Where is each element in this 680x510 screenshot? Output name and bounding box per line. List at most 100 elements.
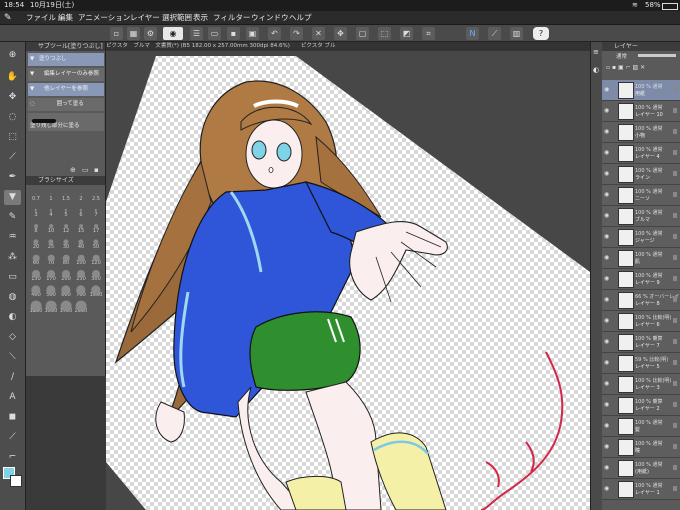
layer-menu-icon[interactable]: [673, 381, 677, 386]
brush-size-cell[interactable]: 20: [29, 236, 43, 250]
layer-row[interactable]: ◉ 100 % 通常 レイヤー 1: [602, 479, 680, 500]
brush-size-cell[interactable]: 120: [89, 252, 103, 266]
brush-size-cell[interactable]: 0.7: [29, 188, 43, 202]
blend-mode-select[interactable]: 通常: [616, 52, 627, 60]
brush-size-cell[interactable]: 2: [74, 188, 88, 202]
brush-size-cell[interactable]: 170: [44, 268, 58, 282]
menu-layer[interactable]: レイヤー: [130, 11, 160, 25]
subtool-add-icon[interactable]: ⊕: [70, 166, 76, 174]
pencil-icon[interactable]: ✎: [4, 210, 21, 225]
brush-size-cell[interactable]: 2000: [74, 300, 88, 314]
canvas-tab[interactable]: ピクスタ ブルマ 文書質(*) (B5 182.00 x 257.00mm 30…: [106, 42, 590, 51]
brush-size-cell[interactable]: 500: [44, 284, 58, 298]
quick-access-icon[interactable]: ◉: [163, 27, 183, 40]
canvas-area[interactable]: [106, 42, 590, 510]
brush-size-cell[interactable]: 600: [59, 284, 73, 298]
sub-color-swatch[interactable]: [10, 475, 22, 487]
vector-icon[interactable]: N: [466, 27, 479, 40]
folder-icon[interactable]: ▭: [208, 27, 221, 40]
brush-size-cell[interactable]: 3: [29, 204, 43, 218]
layer-menu-icon[interactable]: [673, 318, 677, 323]
eye-icon[interactable]: ◉: [604, 149, 611, 156]
undo-icon[interactable]: ↶: [268, 27, 281, 40]
layer-row[interactable]: ◉ 100 % 乗算 レイヤー 7: [602, 332, 680, 353]
save-icon[interactable]: ▪: [227, 27, 240, 40]
brush-size-cell[interactable]: 250: [74, 268, 88, 282]
layer-row[interactable]: ◉ 100 % 通常 ニーソ: [602, 185, 680, 206]
brush-size-cell[interactable]: 1000: [89, 284, 103, 298]
brush-size-cell[interactable]: 2.5: [89, 188, 103, 202]
color-panel-icon[interactable]: ◐: [593, 66, 599, 74]
layer-menu-icon[interactable]: [673, 192, 677, 197]
canvas-drawing[interactable]: [106, 42, 590, 510]
brush-size-cell[interactable]: 1.5: [59, 188, 73, 202]
gradient-tool-icon[interactable]: ◐: [4, 310, 21, 325]
menu-help[interactable]: ヘルプ: [289, 11, 312, 25]
gradient-icon[interactable]: ▥: [510, 27, 523, 40]
layer-menu-icon[interactable]: [673, 234, 677, 239]
brush-size-cell[interactable]: 30: [59, 236, 73, 250]
layer-row[interactable]: ◉ 100 % 通常 レイヤー 4: [602, 143, 680, 164]
eye-icon[interactable]: ◉: [604, 107, 611, 114]
eye-icon[interactable]: ◉: [604, 338, 611, 345]
subtool-item-enclose[interactable]: ◌ 囲って塗る: [28, 98, 104, 111]
eye-icon[interactable]: ◉: [604, 128, 611, 135]
layer-row[interactable]: ◉ 100 % 通常 ジャージ: [602, 227, 680, 248]
transform-icon[interactable]: ✥: [334, 27, 347, 40]
text-icon[interactable]: A: [4, 390, 21, 405]
new-layer-icon[interactable]: ▫: [606, 64, 610, 71]
deselect-icon[interactable]: ▢: [356, 27, 369, 40]
subtool-item-fill[interactable]: ▼ 塗りつぶし: [28, 53, 104, 66]
menu-animation[interactable]: アニメーション: [78, 11, 130, 25]
brush-size-cell[interactable]: 25: [44, 236, 58, 250]
eye-icon[interactable]: ◉: [604, 191, 611, 198]
layer-row[interactable]: ◉ 66 % オーバーレイ レイヤー 8: [602, 290, 680, 311]
layer-row[interactable]: ◉ 100 % 通常 レイヤー 10: [602, 101, 680, 122]
select-all-icon[interactable]: ⬚: [378, 27, 391, 40]
eyedropper-icon[interactable]: ⟋: [4, 150, 21, 165]
layer-row[interactable]: ◉ 59 % 比較(明) レイヤー 5: [602, 353, 680, 374]
figure-icon[interactable]: ◇: [4, 330, 21, 345]
clear-icon[interactable]: ✕: [312, 27, 325, 40]
layer-row[interactable]: ◉ 100 % 比較(明) レイヤー 6: [602, 311, 680, 332]
brush-size-cell[interactable]: 80: [59, 252, 73, 266]
brush-size-cell[interactable]: 1: [44, 188, 58, 202]
layer-menu-icon[interactable]: [673, 402, 677, 407]
layer-row[interactable]: ◉ 100 % 通常 レイヤー 9: [602, 269, 680, 290]
new-folder-icon[interactable]: ▣: [618, 64, 624, 71]
brush-size-cell[interactable]: 700: [74, 284, 88, 298]
layer-menu-icon[interactable]: [673, 423, 677, 428]
settings-icon[interactable]: ⚙: [144, 27, 157, 40]
layer-menu-icon[interactable]: [673, 339, 677, 344]
delete-layer-icon[interactable]: ✕: [640, 64, 645, 71]
grid-icon[interactable]: ▦: [127, 27, 140, 40]
brush-size-cell[interactable]: 5: [59, 204, 73, 218]
eye-icon[interactable]: ◉: [604, 443, 611, 450]
layer-row[interactable]: ◉ 100 % 比較(明) レイヤー 3: [602, 374, 680, 395]
layer-menu-icon[interactable]: [673, 213, 677, 218]
layer-menu-icon[interactable]: [673, 276, 677, 281]
eye-icon[interactable]: ◉: [604, 275, 611, 282]
lasso-icon[interactable]: ◌: [4, 110, 21, 125]
layer-menu-icon[interactable]: [673, 444, 677, 449]
layer-menu-icon[interactable]: [673, 255, 677, 260]
subtool-item-current-layer[interactable]: ▼ 編集レイヤーのみ参照: [28, 68, 104, 81]
brush-size-cell[interactable]: 200: [59, 268, 73, 282]
eye-icon[interactable]: ◉: [604, 317, 611, 324]
layer-row[interactable]: ◉ 100 % 通常 ブルマ: [602, 206, 680, 227]
app-logo-icon[interactable]: ✎: [4, 11, 12, 25]
layer-row[interactable]: ◉ 100 % 通常 小物: [602, 122, 680, 143]
brush-size-cell[interactable]: 300: [89, 268, 103, 282]
eye-icon[interactable]: ◉: [604, 464, 611, 471]
eye-icon[interactable]: ◉: [604, 254, 611, 261]
line-icon[interactable]: ∕: [4, 370, 21, 385]
opacity-slider[interactable]: [638, 54, 676, 57]
menu-view[interactable]: 表示: [193, 11, 208, 25]
brush-size-cell[interactable]: 10: [44, 220, 58, 234]
menu-icon[interactable]: ☰: [190, 27, 203, 40]
lock-icon[interactable]: ▨: [633, 64, 639, 71]
menu-filter[interactable]: フィルター: [213, 11, 250, 25]
ruler-tool-icon[interactable]: ⟍: [4, 350, 21, 365]
layer-menu-icon[interactable]: [673, 129, 677, 134]
layer-menu-icon[interactable]: [673, 297, 677, 302]
